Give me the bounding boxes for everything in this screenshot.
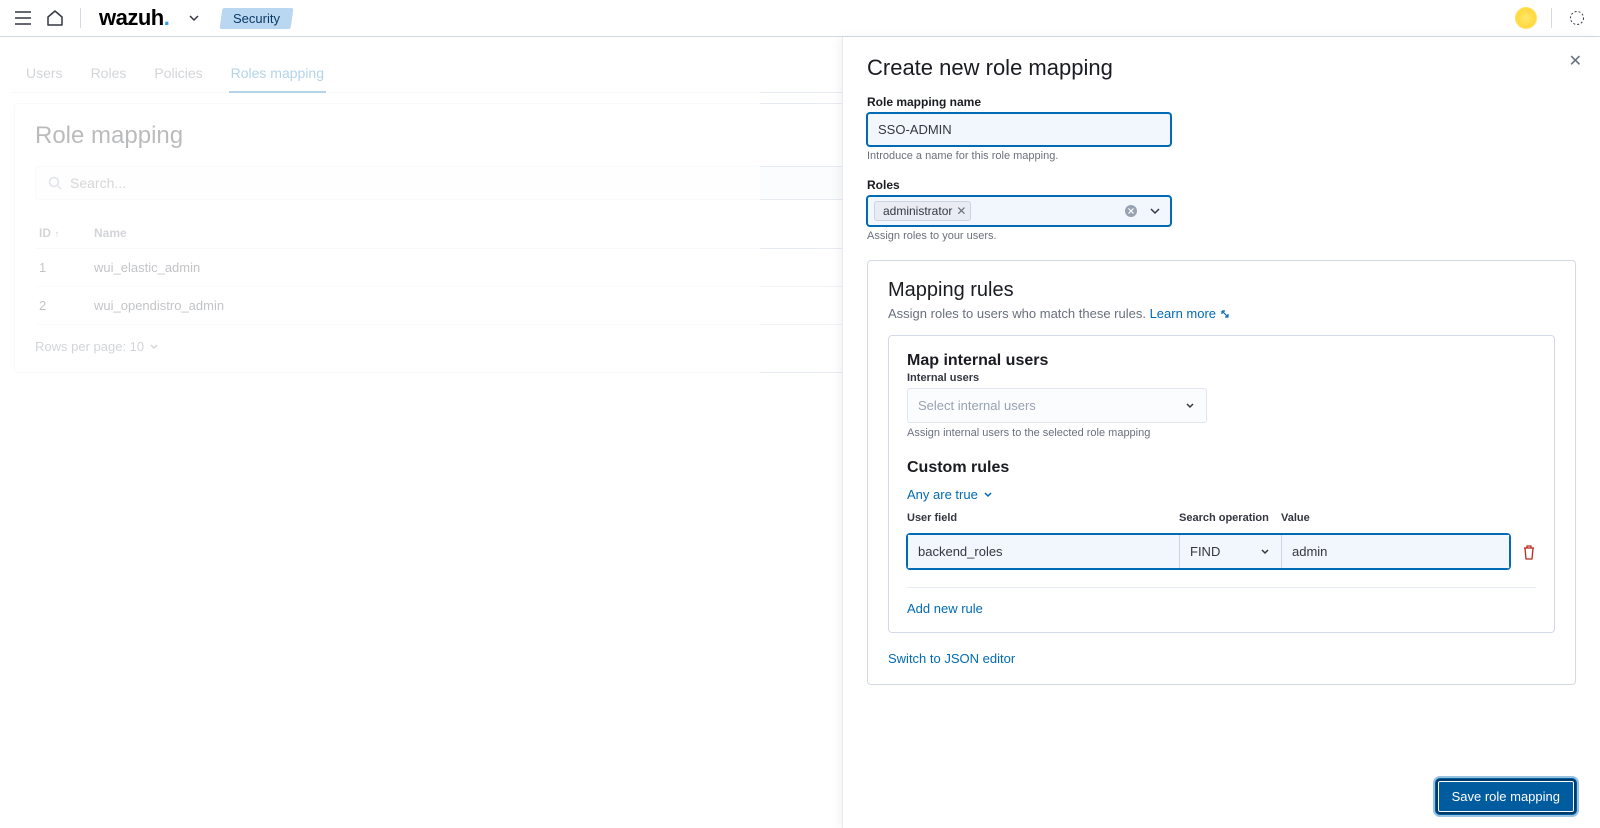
role-mapping-name-input[interactable]: [867, 113, 1171, 146]
chevron-down-icon[interactable]: [1148, 204, 1162, 218]
roles-combobox[interactable]: administrator ✕: [867, 196, 1171, 226]
tab-roles-mapping[interactable]: Roles mapping: [229, 57, 326, 93]
chevron-down-icon[interactable]: [183, 7, 205, 29]
create-role-mapping-flyout: Create new role mapping ✕ Role mapping n…: [842, 37, 1600, 828]
rule-column-labels: User field Search operation Value: [907, 512, 1536, 528]
rules-subtitle: Assign roles to users who match these ru…: [888, 306, 1555, 321]
chevron-down-icon: [148, 341, 160, 353]
header-right: [1515, 7, 1588, 29]
internal-users-select[interactable]: Select internal users: [907, 388, 1207, 423]
role-chip: administrator ✕: [874, 201, 971, 221]
header-divider: [80, 8, 81, 28]
search-op-select[interactable]: FIND: [1180, 535, 1282, 568]
news-icon[interactable]: [1566, 7, 1588, 29]
header-left: wazuh. Security: [12, 5, 292, 31]
search-icon: [48, 176, 62, 190]
any-true-toggle[interactable]: Any are true: [907, 487, 994, 502]
col-id[interactable]: ID ↑: [39, 226, 94, 240]
user-field-label: User field: [907, 512, 1179, 524]
chevron-down-icon: [1184, 400, 1196, 412]
roles-help: Assign roles to your users.: [867, 230, 1576, 242]
custom-rule-row: FIND: [907, 534, 1510, 569]
internal-help: Assign internal users to the selected ro…: [907, 427, 1536, 439]
flyout-title: Create new role mapping: [867, 55, 1576, 81]
chevron-down-icon: [1259, 546, 1271, 558]
header-divider-2: [1551, 8, 1552, 28]
custom-rules-title: Custom rules: [907, 459, 1536, 477]
field-roles: Roles administrator ✕ Assign roles to yo…: [867, 178, 1576, 242]
chevron-down-icon: [982, 489, 994, 501]
chip-remove-icon[interactable]: ✕: [956, 204, 966, 218]
add-new-rule-link[interactable]: Add new rule: [907, 601, 983, 616]
name-help: Introduce a name for this role mapping.: [867, 150, 1576, 162]
field-mapping-name: Role mapping name Introduce a name for t…: [867, 95, 1576, 162]
app-logo[interactable]: wazuh.: [99, 5, 169, 31]
tab-policies[interactable]: Policies: [152, 57, 204, 92]
roles-label: Roles: [867, 178, 1576, 192]
flyout-footer: Save role mapping: [843, 765, 1600, 828]
save-role-mapping-button[interactable]: Save role mapping: [1436, 779, 1576, 814]
user-field-input[interactable]: [908, 535, 1180, 568]
flyout-body: Role mapping name Introduce a name for t…: [843, 89, 1600, 765]
value-label: Value: [1281, 512, 1536, 524]
tab-users[interactable]: Users: [24, 57, 65, 92]
delete-rule-icon[interactable]: [1522, 545, 1536, 561]
clear-icon[interactable]: [1124, 204, 1138, 218]
menu-icon[interactable]: [12, 7, 34, 29]
map-internal-title: Map internal users: [907, 352, 1536, 370]
home-icon[interactable]: [44, 7, 66, 29]
tab-roles[interactable]: Roles: [89, 57, 129, 92]
search-op-label: Search operation: [1179, 512, 1281, 524]
value-input[interactable]: [1282, 535, 1509, 568]
close-icon[interactable]: ✕: [1569, 51, 1582, 71]
app-header: wazuh. Security: [0, 0, 1600, 37]
name-label: Role mapping name: [867, 95, 1576, 109]
avatar[interactable]: [1515, 7, 1537, 29]
mapping-rules-panel: Mapping rules Assign roles to users who …: [867, 260, 1576, 685]
rule-separator: [907, 587, 1536, 588]
rules-inner-panel: Map internal users Internal users Select…: [888, 335, 1555, 633]
breadcrumb-security[interactable]: Security: [220, 8, 294, 29]
switch-json-link[interactable]: Switch to JSON editor: [888, 651, 1015, 666]
flyout-header: Create new role mapping ✕: [843, 37, 1600, 89]
rule-row-wrapper: FIND: [907, 528, 1536, 569]
rules-title: Mapping rules: [888, 279, 1555, 302]
external-link-icon: [1220, 309, 1230, 319]
internal-users-label: Internal users: [907, 372, 1536, 384]
learn-more-link[interactable]: Learn more: [1150, 306, 1230, 321]
